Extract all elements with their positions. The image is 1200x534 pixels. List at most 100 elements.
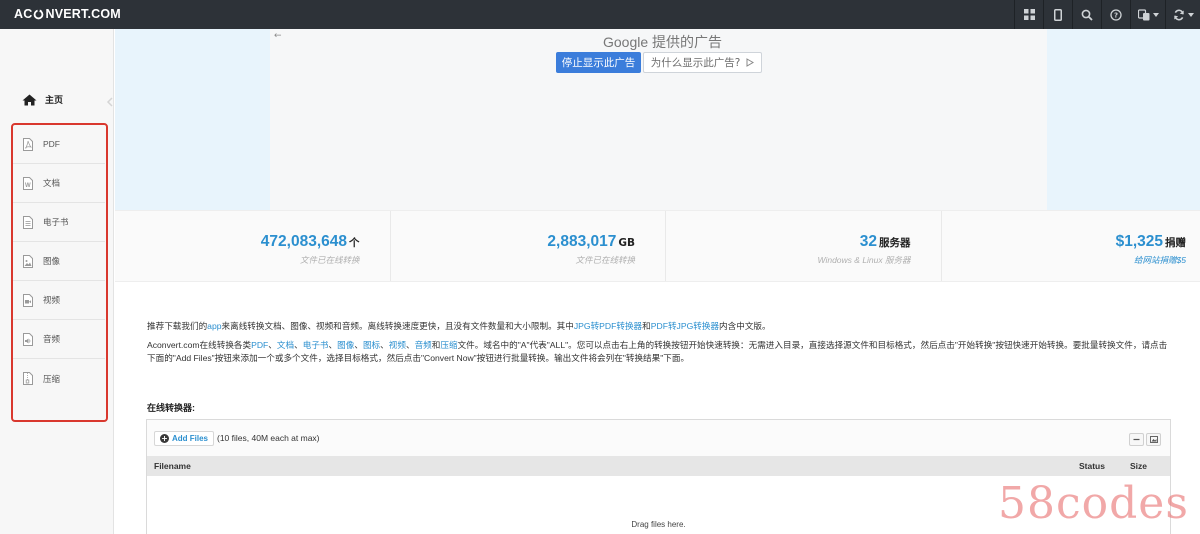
- stat-caption: 文件已在线转换: [575, 255, 635, 265]
- image-icon: [23, 254, 33, 268]
- stat-unit: 个: [349, 237, 360, 249]
- sidebar-item-document[interactable]: W 文档: [13, 164, 105, 203]
- column-status[interactable]: Status: [1079, 461, 1105, 471]
- stat-number: $1,325: [1115, 233, 1163, 250]
- stat-unit: GB: [618, 237, 635, 249]
- sidebar-item-video[interactable]: 视频: [13, 281, 105, 320]
- sidebar-item-pdf[interactable]: PDF: [13, 125, 105, 164]
- search-button[interactable]: [1072, 0, 1101, 29]
- sidebar-item-label: PDF: [43, 139, 60, 149]
- stat-donations: $1,325 捐赠 给网站捐赠$5: [942, 211, 1200, 281]
- ad-back-arrow-icon[interactable]: ←: [274, 31, 282, 41]
- audio-link[interactable]: 音频: [415, 340, 432, 350]
- stat-number: 32: [859, 233, 877, 250]
- list-view-button[interactable]: [1129, 433, 1144, 446]
- category-list: PDF W 文档 电子书 图像 视频 音频 压缩: [11, 123, 108, 422]
- svg-text:?: ?: [1114, 11, 1118, 19]
- audio-icon: [23, 332, 33, 346]
- sidebar-item-label: 图像: [43, 256, 61, 266]
- sidebar-item-audio[interactable]: 音频: [13, 320, 105, 359]
- file-table-header: Filename Status Size: [147, 457, 1170, 476]
- grid-button[interactable]: [1014, 0, 1043, 29]
- stat-number: 2,883,017: [547, 233, 617, 250]
- column-size[interactable]: Size: [1130, 461, 1147, 471]
- document-link[interactable]: 文档: [277, 340, 294, 350]
- sidebar-item-label: 文档: [43, 178, 61, 188]
- sidebar-item-label: 音频: [43, 334, 61, 344]
- converter-toolbar: + Add Files (10 files, 40M each at max): [147, 420, 1170, 457]
- text: 文件。域名中的"A"代表"ALL"。您可以点击右上角的转换按钮开始快速转换：无需…: [147, 340, 1168, 363]
- chevron-down-icon: [1152, 12, 1159, 17]
- icon-link[interactable]: 图标: [363, 340, 380, 350]
- sidebar-item-label: 电子书: [43, 217, 69, 227]
- top-navbar: AC NVERT.COM ?: [0, 0, 1200, 29]
- pdf-to-jpg-link[interactable]: PDF转JPG转换器: [651, 321, 719, 331]
- file-limit-note: (10 files, 40M each at max): [217, 433, 320, 443]
- play-icon: [746, 58, 755, 67]
- stat-caption: Windows & Linux 服务器: [817, 255, 911, 265]
- minus-icon: [1133, 438, 1140, 441]
- language-dropdown[interactable]: [1130, 0, 1165, 29]
- help-button[interactable]: ?: [1101, 0, 1130, 29]
- mobile-icon: [1054, 8, 1062, 21]
- refresh-icon: [1173, 9, 1184, 20]
- grid-icon: [1023, 9, 1035, 20]
- why-ad-button[interactable]: 为什么显示此广告?: [643, 52, 762, 73]
- text: 推荐下载我们的: [147, 321, 208, 331]
- stat-files: 472,083,648 个 文件已在线转换: [115, 211, 391, 281]
- sidebar-item-home[interactable]: 主页: [22, 93, 63, 106]
- stat-servers: 32 服务器 Windows & Linux 服务器: [666, 211, 942, 281]
- stats-bar: 472,083,648 个 文件已在线转换 2,883,017 GB 文件已在线转换…: [115, 210, 1200, 282]
- image-link[interactable]: 图像: [337, 340, 354, 350]
- donate-link[interactable]: 给网站捐赠$5: [942, 254, 1186, 266]
- text: 和: [642, 321, 651, 331]
- svg-text:W: W: [25, 183, 31, 189]
- collapse-chevron-icon[interactable]: [106, 97, 114, 107]
- add-icon: +: [160, 434, 169, 443]
- stat-unit: 服务器: [879, 237, 911, 249]
- thumbnail-view-button[interactable]: [1146, 433, 1161, 446]
- search-icon: [1081, 9, 1093, 21]
- sidebar-item-image[interactable]: 图像: [13, 242, 105, 281]
- stat-gb: 2,883,017 GB 文件已在线转换: [391, 211, 666, 281]
- why-ad-label: 为什么显示此广告?: [650, 57, 741, 69]
- stat-unit: 捐赠: [1165, 237, 1186, 249]
- sidebar-item-label: 压缩: [43, 373, 61, 384]
- pdf-icon: [23, 137, 33, 151]
- sidebar-item-label: 主页: [45, 95, 64, 105]
- intro-paragraph-2: Aconvert.com在线转换各类PDF、文档、电子书、图像、图标、视频、音频…: [147, 340, 1168, 363]
- text: Aconvert.com在线转换各类: [147, 340, 252, 350]
- text: 内含中文版。: [719, 321, 771, 331]
- video-link[interactable]: 视频: [389, 340, 406, 350]
- archive-icon: [23, 372, 33, 385]
- logo-refresh-icon: [34, 8, 44, 19]
- pdf-link[interactable]: PDF: [251, 340, 268, 350]
- ebook-icon: [23, 215, 33, 229]
- ad-title: Google 提供的广告: [603, 34, 723, 50]
- site-logo[interactable]: AC NVERT.COM: [14, 7, 121, 21]
- archive-link[interactable]: 压缩: [440, 340, 457, 350]
- home-icon: [22, 94, 37, 105]
- language-icon: [1137, 8, 1149, 20]
- sidebar-item-ebook[interactable]: 电子书: [13, 203, 105, 242]
- mobile-button[interactable]: [1043, 0, 1072, 29]
- stop-ad-button[interactable]: 停止显示此广告: [556, 52, 641, 73]
- add-files-button[interactable]: + Add Files: [154, 431, 215, 446]
- column-filename[interactable]: Filename: [154, 461, 191, 471]
- intro-paragraph-1: 推荐下载我们的app来离线转换文档、图像、视频和音频。离线转换速度更快，且没有文…: [147, 320, 1172, 333]
- sidebar-item-archive[interactable]: 压缩: [13, 359, 105, 398]
- stat-caption: 文件已在线转换: [299, 255, 360, 265]
- convert-dropdown[interactable]: [1165, 0, 1200, 29]
- chevron-down-icon: [1187, 12, 1194, 17]
- app-link[interactable]: app: [207, 321, 221, 331]
- document-icon: W: [23, 176, 33, 190]
- help-icon: ?: [1110, 8, 1122, 21]
- brand-text-post: NVERT.COM: [45, 7, 121, 21]
- ebook-link[interactable]: 电子书: [303, 340, 329, 350]
- image-view-icon: [1149, 436, 1158, 443]
- sidebar-item-label: 视频: [43, 295, 61, 305]
- sidebar: 主页 PDF W 文档 电子书 图像 视频 音频 压缩: [0, 29, 114, 534]
- watermark: 58codes: [998, 478, 1189, 529]
- brand-text-pre: AC: [14, 7, 33, 21]
- jpg-to-pdf-link[interactable]: JPG转PDF转换器: [574, 321, 642, 331]
